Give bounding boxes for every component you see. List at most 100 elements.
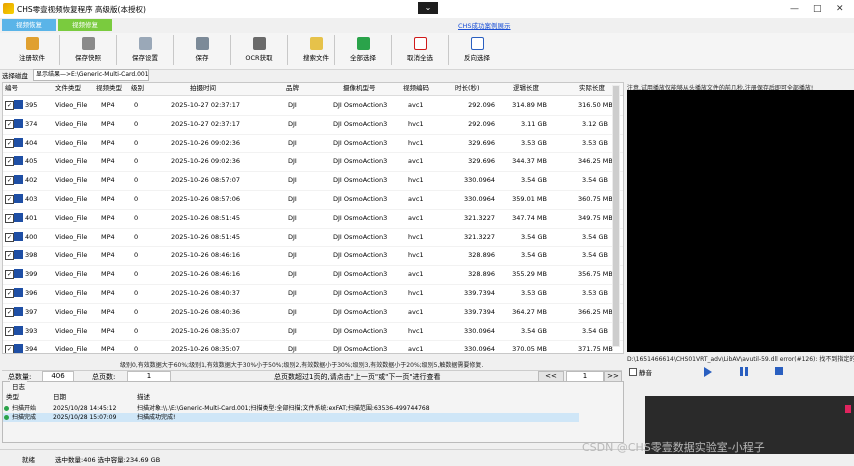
table-row[interactable]: ✓ 395 Video_File MP4 0 2025-10-27 02:37:17 DJI… <box>3 96 623 116</box>
table-cell: 403 <box>25 195 38 203</box>
table-row[interactable]: ✓ 400 Video_File MP4 0 2025-10-26 08:51:45 DJI… <box>3 228 623 248</box>
table-row[interactable]: ✓ 397 Video_File MP4 0 2025-10-26 08:40:36 DJI… <box>3 303 623 323</box>
row-checkbox[interactable]: ✓ <box>5 270 14 280</box>
minimize-button[interactable]: — <box>790 4 799 14</box>
row-checkbox[interactable]: ✓ <box>5 345 14 353</box>
table-row[interactable]: ✓ 405 Video_File MP4 0 2025-10-26 09:02:36 DJI… <box>3 152 623 173</box>
save-snapshot-button[interactable]: 保存快照 <box>62 35 114 66</box>
table-cell: DJI OsmoAction3 <box>333 138 388 147</box>
table-row[interactable]: ✓ 396 Video_File MP4 0 2025-10-26 08:40:37 DJI… <box>3 284 623 304</box>
watermark: CSDN @CHS零壹数据实验室-小程子 <box>582 441 765 454</box>
table-row[interactable]: ✓ 403 Video_File MP4 0 2025-10-26 08:57:06 DJI… <box>3 190 623 210</box>
tab-video-recovery[interactable]: 视频恢复 <box>2 19 56 31</box>
select-disk-label[interactable]: 选择磁盘 <box>2 70 28 80</box>
table-cell: DJI OsmoAction3 <box>333 213 388 222</box>
table-row[interactable]: ✓ 399 Video_File MP4 0 2025-10-26 08:46:16 DJI… <box>3 265 623 285</box>
table-cell: 404 <box>25 138 38 147</box>
column-header-duration[interactable]: 时长(秒) <box>455 83 480 94</box>
table-cell: 394 <box>25 345 38 354</box>
column-header-codec[interactable]: 视频编码 <box>403 83 429 94</box>
register-button[interactable]: 注册软件 <box>6 35 58 66</box>
table-cell: 402 <box>25 176 38 185</box>
stop-icon[interactable] <box>775 367 783 375</box>
table-cell: DJI <box>288 176 297 185</box>
row-checkbox[interactable]: ✓ <box>5 195 14 204</box>
log-title: 日志 <box>10 381 27 391</box>
column-header-file-type[interactable]: 文件类型 <box>55 83 81 94</box>
close-button[interactable]: ✕ <box>836 4 844 14</box>
table-cell: 356.75 MB <box>578 270 613 279</box>
column-header-video-type[interactable]: 视频类型 <box>96 83 122 94</box>
log-description: 扫描对象:\\.\E:\Generic-Multi-Card.001;扫描类型:… <box>137 405 430 412</box>
row-checkbox[interactable]: ✓ <box>5 251 14 261</box>
column-header-camera-model[interactable]: 摄像机型号 <box>343 83 376 94</box>
row-checkbox[interactable]: ✓ <box>5 101 14 110</box>
column-header-actual-size[interactable]: 实际长度 <box>579 83 605 94</box>
table-row[interactable]: ✓ 401 Video_File MP4 0 2025-10-26 08:51:45 DJI… <box>3 209 623 229</box>
case-showcase-link[interactable]: CHS成功案例展示 <box>458 20 511 30</box>
table-cell: 344.37 MB <box>512 157 547 166</box>
table-row[interactable]: ✓ 394 Video_File MP4 0 2025-10-26 08:35:07 DJI… <box>3 340 623 354</box>
video-preview[interactable] <box>627 90 854 352</box>
column-header-id[interactable]: 编号 <box>5 83 18 94</box>
video-file-icon <box>14 288 23 297</box>
table-cell: Video_File <box>55 270 88 279</box>
mute-checkbox[interactable] <box>629 368 637 376</box>
play-icon[interactable] <box>704 367 712 377</box>
table-cell: DJI <box>288 270 297 279</box>
row-checkbox[interactable]: ✓ <box>5 213 14 223</box>
maximize-button[interactable]: □ <box>813 4 822 14</box>
log-row[interactable]: 扫描完成 2025/10/28 15:07:09 扫描成功完成! <box>3 413 579 422</box>
table-cell: 0 <box>134 195 139 203</box>
column-header-logical-size[interactable]: 逻辑长度 <box>513 83 539 94</box>
save-button[interactable]: 保存 <box>176 35 228 66</box>
table-cell: 314.89 MB <box>512 101 547 109</box>
table-cell: 292.096 <box>468 119 495 128</box>
table-cell: avc1 <box>408 101 424 109</box>
check-icon <box>356 37 370 50</box>
table-cell: MP4 <box>101 326 115 335</box>
log-column-date: 日期 <box>53 393 66 401</box>
table-row[interactable]: ✓ 404 Video_File MP4 0 2025-10-26 09:02:36 DJI… <box>3 134 623 154</box>
row-checkbox[interactable]: ✓ <box>5 326 14 336</box>
ocr-button[interactable]: OCR获取 <box>233 35 285 66</box>
table-row[interactable]: ✓ 398 Video_File MP4 0 2025-10-26 08:46:16 DJI… <box>3 246 623 267</box>
table-cell: 3.54 GB <box>581 326 608 335</box>
row-checkbox[interactable]: ✓ <box>5 157 14 167</box>
tab-video-repair[interactable]: 视频修复 <box>58 19 112 31</box>
save-icon <box>195 37 209 50</box>
row-checkbox[interactable]: ✓ <box>5 119 14 129</box>
log-header: 类型 日期 描述 <box>6 391 618 401</box>
table-row[interactable]: ✓ 374 Video_File MP4 0 2025-10-27 02:37:17 DJI… <box>3 115 623 135</box>
table-cell: 405 <box>25 157 38 166</box>
column-header-shoot-time[interactable]: 拍摄时间 <box>190 83 216 94</box>
pause-icon[interactable] <box>740 367 743 376</box>
invert-selection-button[interactable]: 反向选择 <box>451 35 503 66</box>
row-checkbox[interactable]: ✓ <box>5 232 14 242</box>
side-tab-icon[interactable] <box>845 405 851 413</box>
column-header-brand[interactable]: 品牌 <box>286 83 299 94</box>
row-checkbox[interactable]: ✓ <box>5 307 14 317</box>
table-cell: Video_File <box>55 289 88 297</box>
search-file-icon <box>309 37 323 50</box>
table-cell: 3.54 GB <box>520 326 547 335</box>
row-checkbox[interactable]: ✓ <box>5 289 14 298</box>
table-row[interactable]: ✓ 402 Video_File MP4 0 2025-10-26 08:57:07 DJI… <box>3 171 623 191</box>
table-cell: 370.05 MB <box>512 345 547 354</box>
table-cell: 2025-10-26 08:40:37 <box>171 289 241 297</box>
log-row[interactable]: 扫描开始 2025/10/28 14:45:12 扫描对象:\\.\E:\Gen… <box>3 404 579 413</box>
deselect-all-button[interactable]: 取消全选 <box>394 35 446 66</box>
table-row[interactable]: ✓ 393 Video_File MP4 0 2025-10-26 08:35:07 DJI… <box>3 322 623 342</box>
table-scrollbar-thumb[interactable] <box>613 86 619 346</box>
save-settings-button[interactable]: 保存设置 <box>119 35 171 66</box>
row-checkbox[interactable]: ✓ <box>5 138 14 148</box>
row-checkbox[interactable]: ✓ <box>5 176 14 186</box>
table-cell: Video_File <box>55 307 88 316</box>
column-header-level[interactable]: 级别 <box>131 83 144 94</box>
collapse-button[interactable]: ⌄ <box>418 2 438 14</box>
result-path-field[interactable]: 显示结果—>E:\Generic-Multi-Card.001 <box>33 69 149 81</box>
video-file-icon <box>14 269 23 279</box>
table-cell: DJI OsmoAction3 <box>333 101 388 109</box>
table-cell: 330.0964 <box>463 176 495 185</box>
select-all-button[interactable]: 全部选择 <box>337 35 389 66</box>
